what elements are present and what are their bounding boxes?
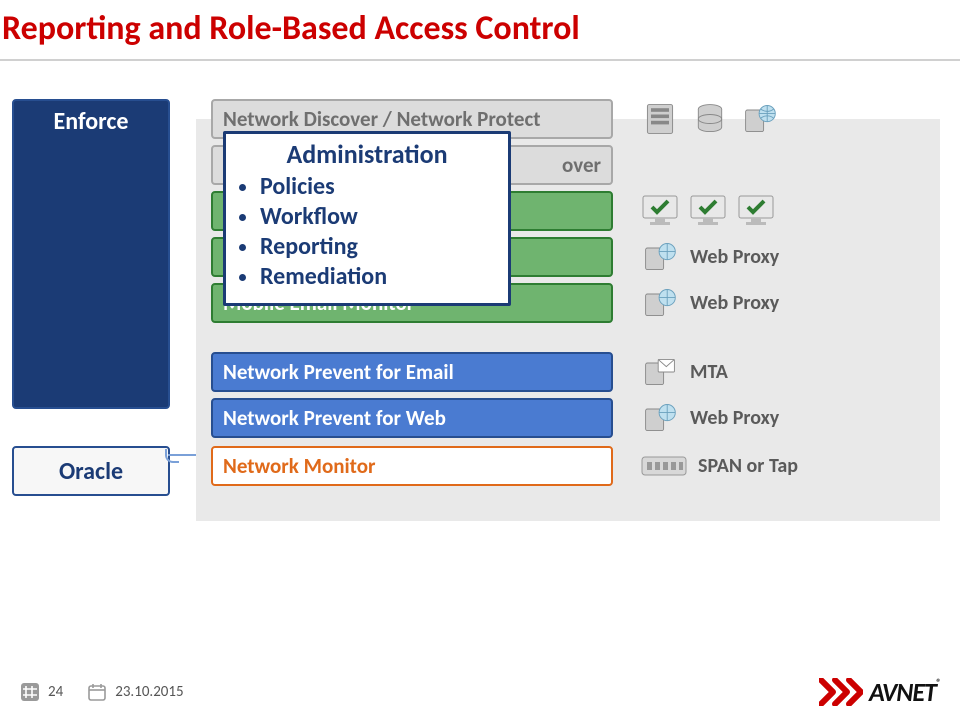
targets-endpoint-prevent: Web Proxy: [640, 237, 779, 277]
calendar-icon: [87, 682, 107, 702]
globe-server-icon: [740, 101, 780, 137]
title-separator: [0, 59, 960, 61]
box-network-prevent-web: Network Prevent for Web: [211, 398, 613, 438]
page-number: 24: [20, 682, 63, 702]
targets-endpoint-discover: [640, 191, 776, 231]
slide-date: 23.10.2015: [87, 682, 183, 702]
footer: 24 23.10.2015 AVNET®: [0, 672, 960, 712]
targets-mobile-email-monitor: Web Proxy: [640, 283, 779, 323]
label-web-proxy: Web Proxy: [690, 406, 779, 430]
callout-heading: Administration: [240, 138, 494, 170]
monitor-check-icon: [688, 193, 728, 229]
callout-item-workflow: Workflow: [260, 202, 494, 232]
database-icon: [690, 101, 730, 137]
targets-prevent-email: MTA: [640, 352, 728, 392]
globe-server-icon: [640, 400, 680, 436]
targets-prevent-web: Web Proxy: [640, 398, 779, 438]
server-icon: [640, 101, 680, 137]
architecture-diagram: Enforce Oracle Network Discover / Networ…: [0, 99, 960, 539]
box-network-monitor: Network Monitor: [211, 446, 613, 486]
administration-callout: Administration Policies Workflow Reporti…: [223, 131, 511, 306]
callout-list: Policies Workflow Reporting Remediation: [240, 172, 494, 292]
oracle-box: Oracle: [12, 446, 170, 496]
connector-line: [168, 454, 196, 456]
globe-server-icon: [640, 239, 680, 275]
label-span-tap: SPAN or Tap: [698, 454, 798, 478]
page-title: Reporting and Role-Based Access Control: [0, 0, 960, 49]
hash-icon: [20, 682, 40, 702]
targets-storage-icons: [640, 99, 780, 139]
label-web-proxy: Web Proxy: [690, 291, 779, 315]
targets-network-monitor: SPAN or Tap: [640, 446, 798, 486]
box-network-prevent-email: Network Prevent for Email: [211, 352, 613, 392]
mail-server-icon: [640, 354, 680, 390]
monitor-check-icon: [736, 193, 776, 229]
avnet-chevrons-icon: [819, 678, 863, 706]
globe-server-icon: [640, 285, 680, 321]
monitor-check-icon: [640, 193, 680, 229]
label-mta: MTA: [690, 360, 728, 384]
callout-item-remediation: Remediation: [260, 262, 494, 292]
callout-item-policies: Policies: [260, 172, 494, 202]
callout-item-reporting: Reporting: [260, 232, 494, 262]
network-tap-icon: [640, 451, 688, 481]
label-web-proxy: Web Proxy: [690, 245, 779, 269]
enforce-box: Enforce: [12, 99, 170, 409]
avnet-wordmark: AVNET®: [869, 676, 940, 708]
avnet-logo: AVNET®: [819, 676, 940, 708]
